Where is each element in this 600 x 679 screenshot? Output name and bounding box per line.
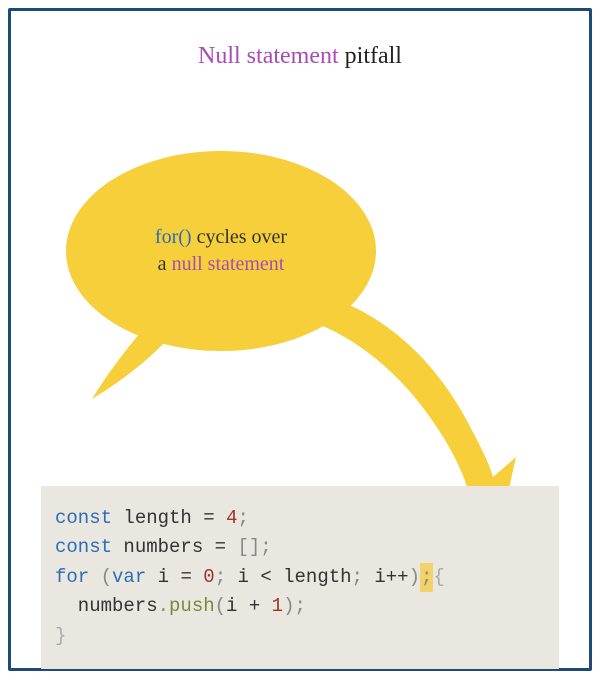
punct-semi: ; [352, 566, 363, 588]
bubble-null-statement: null statement [172, 253, 285, 275]
id-numbers: numbers [123, 536, 203, 558]
kw-var: var [112, 566, 146, 588]
punct-brace-open: { [433, 566, 444, 588]
kw-for: for [55, 566, 89, 588]
id-length: length [283, 566, 351, 588]
bubble-line1-rest: cycles over [192, 226, 288, 248]
code-line-1: const length = 4; [55, 504, 545, 533]
diagram-frame: Null statement pitfall for() cycles over… [8, 8, 592, 671]
bubble-line-2: a null statement [158, 251, 285, 278]
punct-paren-close: ) [409, 566, 420, 588]
op-inc: ++ [386, 566, 409, 588]
op-eq: = [180, 566, 191, 588]
code-line-2: const numbers = []; [55, 533, 545, 562]
id-i: i [226, 595, 237, 617]
op-eq: = [203, 507, 214, 529]
punct-semi: ; [294, 595, 305, 617]
diagram-title: Null statement pitfall [11, 43, 589, 70]
punct-paren-open: ( [215, 595, 226, 617]
bubble-line2-pre: a [158, 253, 172, 275]
num-1: 1 [272, 595, 283, 617]
id-i: i [238, 566, 249, 588]
punct-stray-semi: ; [421, 566, 432, 588]
id-numbers: numbers [78, 595, 158, 617]
punct-dot: . [158, 595, 169, 617]
punct-paren-close: ) [283, 595, 294, 617]
bubble-for-keyword: for() [155, 226, 192, 248]
op-eq: = [215, 536, 226, 558]
bubble-line-1: for() cycles over [155, 224, 287, 251]
op-plus: + [249, 595, 260, 617]
title-highlight: Null statement [198, 43, 339, 69]
op-lt: < [260, 566, 271, 588]
punct-brace-close: } [55, 625, 66, 647]
speech-bubble-tail-icon [90, 321, 180, 401]
id-i: i [158, 566, 169, 588]
speech-bubble-group: for() cycles over a null statement [66, 151, 396, 381]
punct-bracket-open: [ [237, 536, 248, 558]
kw-const: const [55, 536, 112, 558]
title-rest: pitfall [339, 43, 402, 69]
num-4: 4 [226, 507, 237, 529]
id-i: i [374, 566, 385, 588]
code-block: const length = 4; const numbers = []; fo… [41, 486, 559, 669]
kw-const: const [55, 507, 112, 529]
code-line-5: } [55, 622, 545, 651]
num-0: 0 [203, 566, 214, 588]
punct-paren-open: ( [101, 566, 112, 588]
stray-semicolon-highlight: ; [420, 563, 433, 592]
punct-bracket-close: ] [249, 536, 260, 558]
id-length: length [123, 507, 191, 529]
punct-semi: ; [260, 536, 271, 558]
punct-semi: ; [237, 507, 248, 529]
code-line-3: for (var i = 0; i < length; i++);{ [55, 563, 545, 592]
code-line-4: numbers.push(i + 1); [55, 592, 545, 621]
fn-push: push [169, 595, 215, 617]
punct-semi: ; [215, 566, 226, 588]
